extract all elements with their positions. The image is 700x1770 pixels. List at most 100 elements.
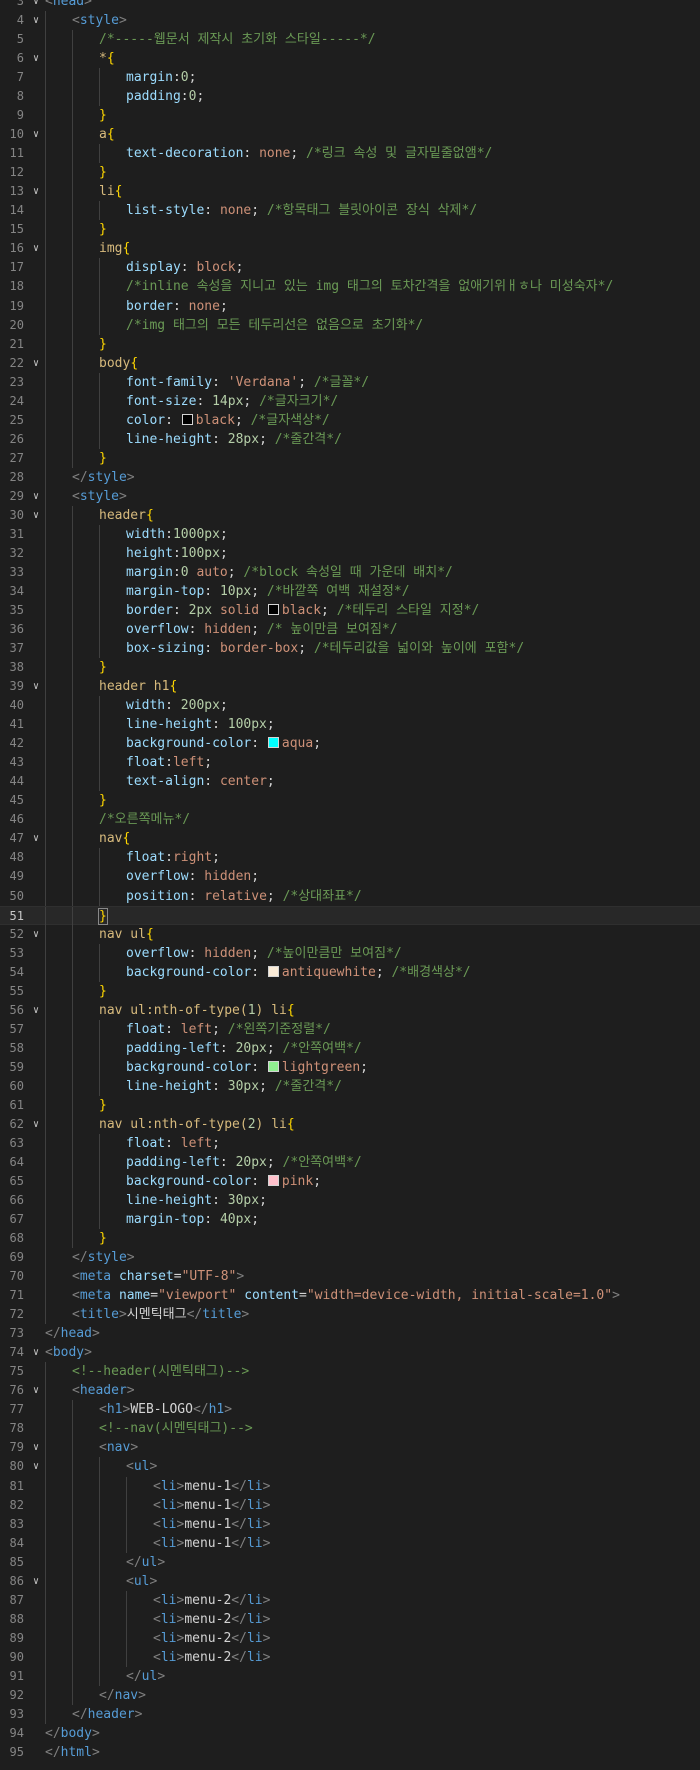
- code-line[interactable]: 38}: [0, 658, 700, 678]
- code-line[interactable]: 91 </ul>: [0, 1666, 700, 1686]
- code-line[interactable]: 86 ∨ <ul>: [0, 1571, 700, 1591]
- fold-chevron-icon[interactable]: ∨: [30, 1381, 42, 1400]
- code-line[interactable]: 64 padding-left: 20px; /*안쪽여백*/: [0, 1152, 700, 1172]
- fold-chevron-icon[interactable]: ∨: [30, 11, 42, 30]
- code-line[interactable]: 60 line-height: 30px; /*줄간격*/: [0, 1076, 700, 1096]
- code-line[interactable]: 67 margin-top: 40px;: [0, 1210, 700, 1230]
- code-line[interactable]: 46 /*오른쪽메뉴*/: [0, 810, 700, 830]
- fold-chevron-icon[interactable]: ∨: [30, 1572, 42, 1591]
- code-line[interactable]: 78 <!--nav(시멘틱태그)-->: [0, 1419, 700, 1439]
- code-line[interactable]: 93 </header>: [0, 1704, 700, 1724]
- fold-chevron-icon[interactable]: ∨: [30, 506, 42, 525]
- code-line[interactable]: 70 <meta charset="UTF-8">: [0, 1267, 700, 1287]
- code-line[interactable]: 50 position: relative; /*상대좌표*/: [0, 886, 700, 906]
- code-line[interactable]: 22 ∨ body{: [0, 353, 700, 373]
- code-line[interactable]: 8 padding:0;: [0, 87, 700, 107]
- code-line[interactable]: 72 <title>시멘틱태그</title>: [0, 1305, 700, 1325]
- code-line[interactable]: 32 height:100px;: [0, 543, 700, 563]
- code-line[interactable]: 82 <li>menu-1</li>: [0, 1495, 700, 1515]
- code-line[interactable]: 84 <li>menu-1</li>: [0, 1533, 700, 1553]
- code-line[interactable]: 81 <li>menu-1</li>: [0, 1476, 700, 1496]
- code-line[interactable]: 61}: [0, 1095, 700, 1115]
- fold-chevron-icon[interactable]: ∨: [30, 182, 42, 201]
- code-line[interactable]: 34 margin-top: 10px; /*바깥쪽 여백 재설정*/: [0, 582, 700, 602]
- code-line[interactable]: 57 float: left; /*왼쪽기준정렬*/: [0, 1019, 700, 1039]
- code-line[interactable]: 66 line-height: 30px;: [0, 1191, 700, 1211]
- fold-chevron-icon[interactable]: ∨: [30, 1115, 42, 1134]
- fold-chevron-icon[interactable]: ∨: [30, 125, 42, 144]
- color-swatch[interactable]: [267, 965, 279, 977]
- fold-chevron-icon[interactable]: ∨: [30, 1343, 42, 1362]
- fold-chevron-icon[interactable]: ∨: [30, 239, 42, 258]
- code-line[interactable]: 48 float:right;: [0, 848, 700, 868]
- code-line[interactable]: 62 ∨ nav ul:nth-of-type(2) li{: [0, 1114, 700, 1134]
- fold-chevron-icon[interactable]: ∨: [30, 677, 42, 696]
- code-line[interactable]: 85 </ul>: [0, 1552, 700, 1572]
- code-line[interactable]: 29 ∨ <style>: [0, 486, 700, 506]
- code-line[interactable]: 75 <!--header(시멘틱태그)-->: [0, 1362, 700, 1382]
- code-line[interactable]: 88 <li>menu-2</li>: [0, 1609, 700, 1629]
- code-line[interactable]: 24 font-size: 14px; /*글자크기*/: [0, 391, 700, 411]
- code-line[interactable]: 87 <li>menu-2</li>: [0, 1590, 700, 1610]
- color-swatch[interactable]: [267, 604, 279, 616]
- fold-chevron-icon[interactable]: ∨: [30, 1438, 42, 1457]
- code-line[interactable]: 36 overflow: hidden; /* 높이만큼 보여짐*/: [0, 620, 700, 640]
- fold-chevron-icon[interactable]: ∨: [30, 1457, 42, 1476]
- code-line[interactable]: 73 </head>: [0, 1324, 700, 1343]
- code-line[interactable]: 13 ∨ li{: [0, 182, 700, 202]
- code-line[interactable]: 45}: [0, 791, 700, 811]
- fold-chevron-icon[interactable]: ∨: [30, 1001, 42, 1020]
- color-swatch[interactable]: [267, 1175, 279, 1186]
- fold-chevron-icon[interactable]: ∨: [30, 49, 42, 68]
- fold-chevron-icon[interactable]: ∨: [30, 829, 42, 848]
- code-line[interactable]: 30 ∨ header{: [0, 505, 700, 525]
- code-line[interactable]: 12}: [0, 163, 700, 183]
- code-line[interactable]: 42 background-color: aqua;: [0, 734, 700, 754]
- code-line[interactable]: 41 line-height: 100px;: [0, 715, 700, 735]
- code-line[interactable]: 18 /*inline 속성을 지니고 있는 img 태그의 토차간격을 없애기위…: [0, 277, 700, 297]
- code-line[interactable]: 53 overflow: hidden; /*높이만큼만 보여짐*/: [0, 943, 700, 963]
- fold-chevron-icon[interactable]: ∨: [30, 925, 42, 944]
- code-line[interactable]: 4 ∨ <style>: [0, 11, 700, 31]
- code-line[interactable]: 25 color: black; /*글자색상*/: [0, 410, 700, 430]
- code-line[interactable]: 33 margin:0 auto; /*block 속성일 때 가운데 배치*/: [0, 562, 700, 582]
- code-line[interactable]: 37 box-sizing: border-box; /*테두리값을 넓이와 높이…: [0, 639, 700, 659]
- code-line[interactable]: 94 </body>: [0, 1724, 700, 1743]
- fold-chevron-icon[interactable]: ∨: [30, 487, 42, 506]
- code-line[interactable]: 80 ∨ <ul>: [0, 1457, 700, 1477]
- code-line[interactable]: 39 ∨ header h1{: [0, 677, 700, 697]
- code-line[interactable]: 52 ∨ nav ul{: [0, 924, 700, 944]
- code-line[interactable]: 20 /*img 태그의 모든 테두리선은 없음으로 초기화*/: [0, 315, 700, 335]
- code-line[interactable]: 21}: [0, 334, 700, 354]
- code-line[interactable]: 59 background-color: lightgreen;: [0, 1057, 700, 1077]
- code-line[interactable]: 90 <li>menu-2</li>: [0, 1647, 700, 1667]
- color-swatch[interactable]: [267, 1060, 279, 1072]
- code-line[interactable]: 43 float:left;: [0, 753, 700, 773]
- code-line[interactable]: 92 </nav>: [0, 1685, 700, 1705]
- code-line[interactable]: 14 list-style: none; /*항목태그 블릿아이콘 장식 삭제*/: [0, 201, 700, 221]
- color-swatch[interactable]: [181, 413, 193, 425]
- code-line[interactable]: 5 /*-----웹문서 제작시 초기화 스타일-----*/: [0, 30, 700, 50]
- code-editor[interactable]: 3 ∨ <head> 4 ∨ <style> 5/*-----웹문서 제작시 초기화 스타일…: [0, 0, 700, 1770]
- code-line[interactable]: 77 <h1>WEB-LOGO</h1>: [0, 1400, 700, 1420]
- code-line[interactable]: 68}: [0, 1229, 700, 1249]
- code-line[interactable]: 10 ∨ a{: [0, 125, 700, 145]
- code-line[interactable]: 7 margin:0;: [0, 68, 700, 88]
- code-line[interactable]: 63 float: left;: [0, 1133, 700, 1153]
- code-line[interactable]: 51}: [0, 905, 700, 926]
- code-line[interactable]: 79 ∨ <nav>: [0, 1438, 700, 1458]
- code-line[interactable]: 89 <li>menu-2</li>: [0, 1628, 700, 1648]
- code-line[interactable]: 27}: [0, 448, 700, 468]
- code-line[interactable]: 23 font-family: 'Verdana'; /*글꼴*/: [0, 372, 700, 392]
- code-line[interactable]: 76 ∨ <header>: [0, 1381, 700, 1401]
- code-line[interactable]: 11 text-decoration: none; /*링크 속성 및 글자밑줄없…: [0, 144, 700, 164]
- code-line[interactable]: 6 ∨ *{: [0, 49, 700, 69]
- code-line[interactable]: 56 ∨ nav ul:nth-of-type(1) li{: [0, 1000, 700, 1020]
- code-line[interactable]: 83 <li>menu-1</li>: [0, 1514, 700, 1534]
- code-line[interactable]: 40 width: 200px;: [0, 696, 700, 716]
- code-line[interactable]: 54 background-color: antiquewhite; /*배경색상…: [0, 962, 700, 982]
- code-line[interactable]: 69 </style>: [0, 1248, 700, 1268]
- code-line[interactable]: 71 <meta name="viewport" content="width=d…: [0, 1286, 700, 1306]
- code-line[interactable]: 3 ∨ <head>: [0, 0, 700, 11]
- code-line[interactable]: 16 ∨ img{: [0, 239, 700, 259]
